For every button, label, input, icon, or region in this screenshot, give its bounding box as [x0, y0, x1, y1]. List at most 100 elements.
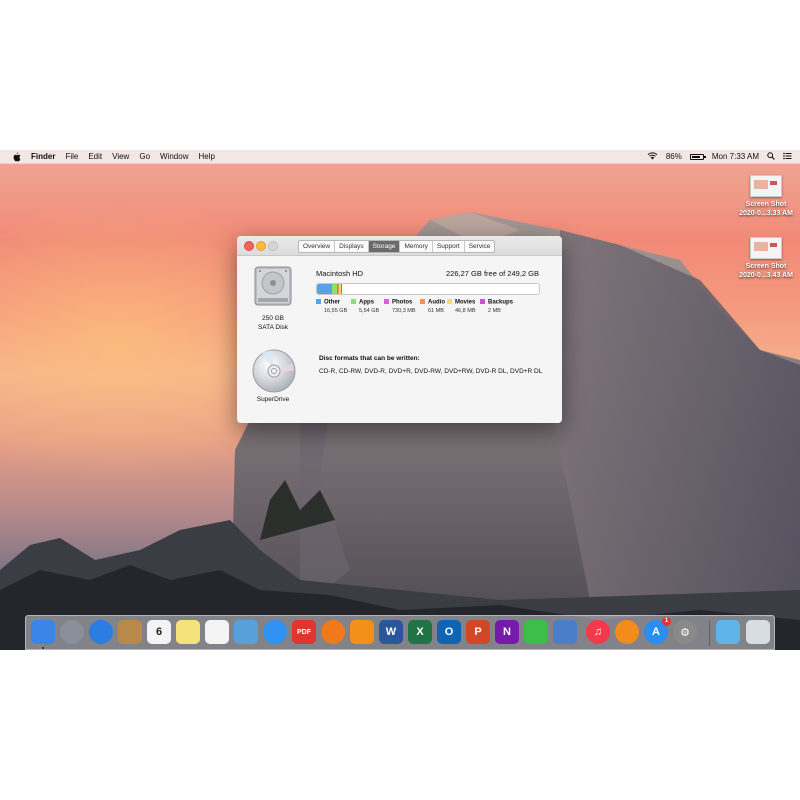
battery-percent: 86%: [665, 152, 682, 161]
tab-memory[interactable]: Memory: [400, 241, 433, 252]
excel-icon[interactable]: X: [408, 620, 432, 644]
app-store-glyph: A: [652, 626, 660, 638]
apple-menu-icon[interactable]: [12, 152, 21, 162]
menu-window[interactable]: Window: [160, 150, 188, 163]
legend-swatch: [447, 299, 452, 304]
disk-info: 250 GB SATA Disk: [241, 314, 305, 332]
window-titlebar[interactable]: Overview Displays Storage Memory Support…: [237, 236, 562, 256]
menu-view[interactable]: View: [112, 150, 129, 163]
tab-displays[interactable]: Displays: [335, 241, 369, 252]
desktop-file-label: 2020-0...3.43 AM: [739, 272, 793, 279]
menu-edit[interactable]: Edit: [88, 150, 102, 163]
wifi-icon[interactable]: [647, 152, 658, 162]
outlook-icon[interactable]: O: [437, 620, 461, 644]
powerpoint-glyph: P: [474, 626, 482, 638]
volume-name: Macintosh HD: [316, 269, 364, 278]
disc-formats-header: Disc formats that can be written:: [319, 355, 420, 362]
close-button[interactable]: [244, 241, 254, 251]
desktop-file-label: Screen Shot: [745, 201, 787, 208]
screenshot-thumbnail-icon: [750, 237, 782, 259]
desktop-file-screenshot-2[interactable]: Screen Shot 2020-0...3.43 AM: [731, 237, 800, 280]
legend-item-other: Other 16,55 GB: [316, 299, 347, 314]
app-store-icon[interactable]: A1: [644, 617, 671, 644]
mail-icon[interactable]: [553, 620, 577, 644]
superdrive-disc-icon: [252, 349, 296, 393]
desktop-file-label: 2020-0...3.33 AM: [739, 210, 793, 217]
battery-icon[interactable]: [689, 153, 706, 160]
calendar-glyph: 6: [155, 626, 163, 638]
onenote-icon[interactable]: N: [495, 620, 519, 644]
zoom-button[interactable]: [268, 241, 278, 251]
legend-item-audio: Audio 61 MB: [420, 299, 445, 314]
legend-swatch: [351, 299, 356, 304]
finder-icon[interactable]: [31, 620, 55, 644]
disc-formats-list: CD-R, CD-RW, DVD-R, DVD+R, DVD-RW, DVD+R…: [319, 368, 543, 375]
menu-file[interactable]: File: [65, 150, 78, 163]
system-preferences-icon[interactable]: ⚙: [673, 620, 697, 644]
volume-free-space: 226,27 GB free of 249,2 GB: [446, 269, 539, 278]
powerpoint-icon[interactable]: P: [466, 620, 490, 644]
firefox-icon[interactable]: [321, 620, 345, 644]
legend-item-photos: Photos 730,3 MB: [384, 299, 416, 314]
tab-service[interactable]: Service: [465, 241, 495, 252]
menu-bar: Finder File Edit View Go Window Help 86%…: [0, 150, 800, 164]
legend-swatch: [384, 299, 389, 304]
legend-item-backups: Backups 2 MB: [480, 299, 513, 314]
menu-extras: 86% Mon 7:33 AM: [647, 150, 800, 163]
screenshot-thumbnail-icon: [750, 175, 782, 197]
word-icon[interactable]: W: [379, 620, 403, 644]
notification-badge: 1: [662, 617, 671, 626]
tab-support[interactable]: Support: [433, 241, 465, 252]
downloads-folder-icon[interactable]: [716, 620, 740, 644]
pdf-expert-icon[interactable]: PDF: [292, 620, 316, 644]
about-this-mac-window: Overview Displays Storage Memory Support…: [237, 236, 562, 423]
messages-icon[interactable]: [263, 620, 287, 644]
notification-center-icon[interactable]: [783, 152, 792, 162]
preview-icon[interactable]: [234, 620, 258, 644]
dock-separator: [709, 620, 710, 646]
safari-icon[interactable]: [89, 620, 113, 644]
reminders-icon[interactable]: [205, 620, 229, 644]
menu-help[interactable]: Help: [198, 150, 214, 163]
battery-level: [691, 155, 701, 158]
contacts-icon[interactable]: [118, 620, 142, 644]
disk-capacity: 250 GB: [261, 315, 285, 322]
books-icon[interactable]: [615, 620, 639, 644]
legend-swatch: [480, 299, 485, 304]
trash-icon[interactable]: [746, 620, 770, 644]
storage-segment-other: [317, 284, 332, 294]
storage-usage-bar[interactable]: [316, 283, 540, 295]
dock: 6 PDF W X O P N ♫ A 1 ⚙: [25, 615, 775, 650]
excel-glyph: X: [416, 626, 424, 638]
word-glyph: W: [385, 626, 397, 638]
calendar-icon[interactable]: 6: [147, 620, 171, 644]
tab-overview[interactable]: Overview: [299, 241, 336, 252]
launchpad-icon[interactable]: [60, 620, 84, 644]
legend-item-apps: Apps 5,54 GB: [351, 299, 379, 314]
legend-swatch: [316, 299, 321, 304]
music-glyph: ♫: [593, 626, 603, 638]
notes-icon[interactable]: [176, 620, 200, 644]
disk-type: SATA Disk: [257, 324, 289, 331]
onenote-glyph: N: [503, 626, 511, 638]
menu-go[interactable]: Go: [139, 150, 150, 163]
clock[interactable]: Mon 7:33 AM: [712, 152, 759, 161]
storage-segment-backups: [340, 284, 342, 294]
legend-swatch: [420, 299, 425, 304]
vlc-icon[interactable]: [350, 620, 374, 644]
superdrive-label: SuperDrive: [256, 396, 290, 403]
running-indicator: [42, 647, 44, 649]
pdf-expert-glyph: PDF: [297, 628, 311, 636]
hard-drive-icon: [254, 266, 292, 306]
menu-app-name[interactable]: Finder: [31, 150, 55, 163]
outlook-glyph: O: [444, 626, 454, 638]
desktop-file-label: Screen Shot: [745, 263, 787, 270]
music-icon[interactable]: ♫: [586, 620, 610, 644]
minimize-button[interactable]: [256, 241, 266, 251]
desktop-file-screenshot-1[interactable]: Screen Shot 2020-0...3.33 AM: [731, 175, 800, 218]
facetime-icon[interactable]: [524, 620, 548, 644]
spotlight-search-icon[interactable]: [767, 151, 775, 162]
tab-bar: Overview Displays Storage Memory Support…: [298, 240, 496, 253]
legend-item-movies: Movies 46,8 MB: [447, 299, 475, 314]
tab-storage[interactable]: Storage: [368, 241, 401, 252]
